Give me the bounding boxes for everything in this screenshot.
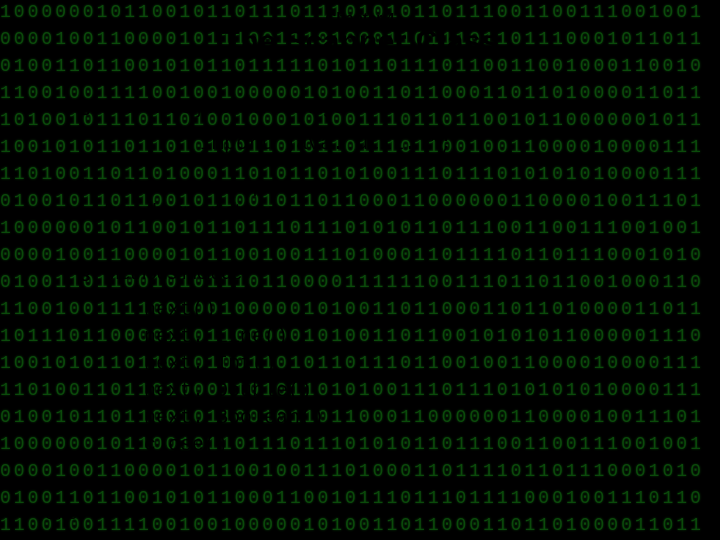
slide-number: Slide 7 — [46, 506, 89, 522]
bullet-3: Methods include: — [80, 261, 700, 287]
method-item: next. Double() — [144, 378, 700, 405]
slide-title: The Scanner Class — [20, 25, 700, 59]
bullet-1-code: import java. util. *; — [80, 131, 700, 158]
method-item: next. Int() — [144, 351, 700, 378]
method-item: close() — [144, 432, 700, 459]
bullet-2: A Scanner object processes text and numb… — [80, 174, 700, 225]
slide: Chapter 4 The Scanner Class Part of the … — [0, 0, 720, 540]
slide-content: Part of the java. util package import ja… — [20, 95, 700, 459]
method-item: next. Line() — [144, 324, 700, 351]
bullet-1: Part of the java. util package — [80, 95, 700, 121]
method-item: next. Boolean() — [144, 405, 700, 432]
method-item: next() — [144, 297, 700, 324]
bullet-2-line2: from the input stream — [104, 201, 284, 222]
bullet-1-text: Part of the java. util package — [104, 97, 344, 118]
bullet-3-text: Methods include: — [104, 263, 248, 284]
methods-list: next()next. Line()next. Int()next. Doubl… — [80, 297, 700, 459]
bullet-2-line1: A Scanner object processes text and numb… — [104, 176, 492, 197]
